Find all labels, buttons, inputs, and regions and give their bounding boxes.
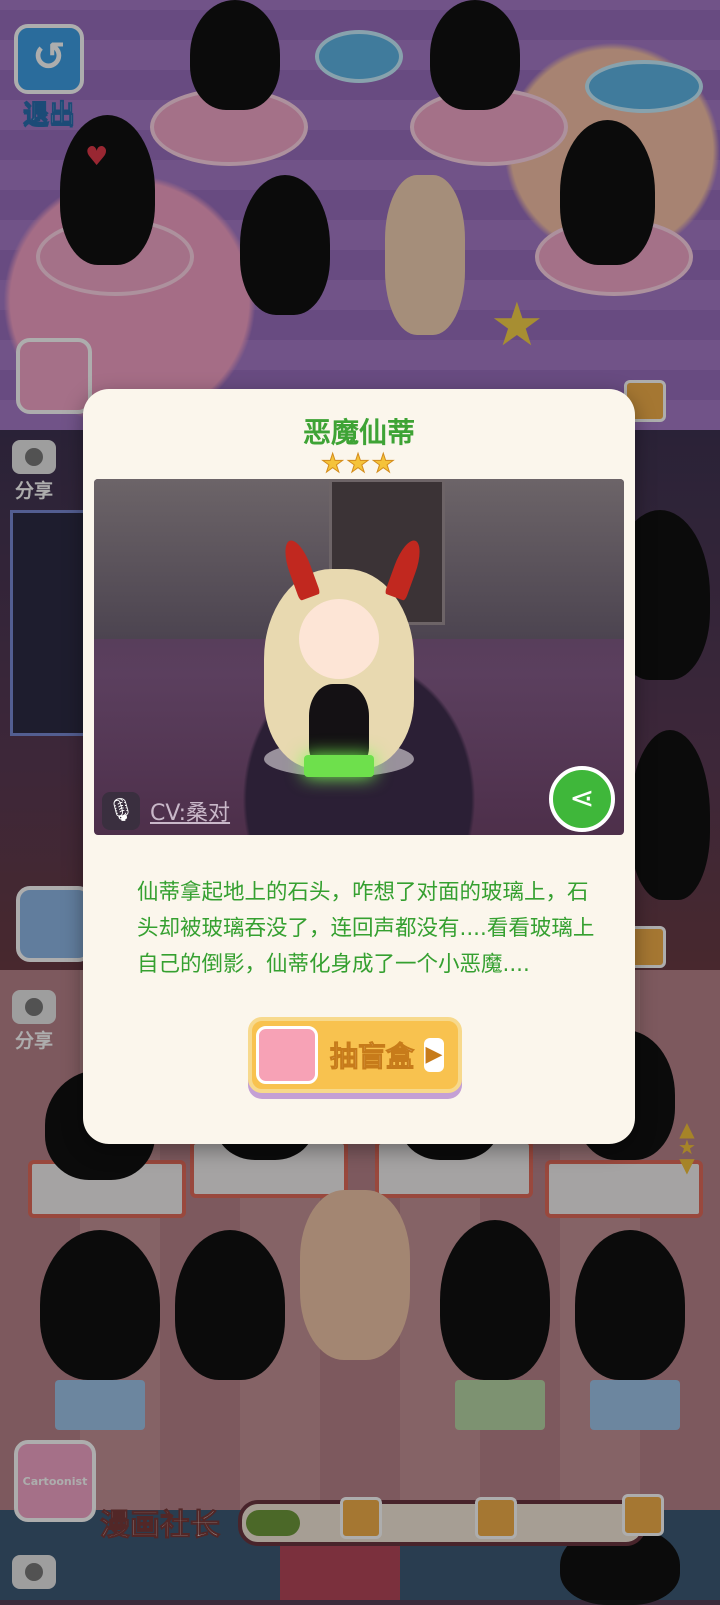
microphone-icon: 🎙 bbox=[102, 792, 140, 830]
play-arrow-icon: ▶ bbox=[424, 1038, 445, 1072]
share-icon[interactable]: ⋖ bbox=[549, 766, 615, 832]
character-face bbox=[299, 599, 379, 679]
gacha-button[interactable]: 抽盲盒 ▶ bbox=[248, 1017, 462, 1093]
cv-label[interactable]: CV:桑对 bbox=[150, 795, 230, 827]
character-body bbox=[309, 684, 369, 764]
gacha-button-label: 抽盲盒 bbox=[329, 1040, 415, 1074]
character-base bbox=[304, 755, 374, 777]
character-description: 仙蒂拿起地上的石头，咋想了对面的玻璃上，石头却被玻璃吞没了，连回声都没有....… bbox=[137, 880, 595, 977]
gacha-machine-icon bbox=[256, 1026, 318, 1084]
character-detail-dialog: 恶魔仙蒂 ★★★ 🎙 CV:桑对 ⋖ 仙蒂拿起地上的石头，咋想了对面的玻璃上，石… bbox=[83, 389, 635, 1144]
voice-actor[interactable]: 🎙 CV:桑对 bbox=[102, 791, 230, 831]
character-name: 恶魔仙蒂 bbox=[302, 416, 415, 449]
rarity-stars: ★★★ bbox=[321, 449, 397, 480]
character-showcase-image: 🎙 CV:桑对 ⋖ bbox=[94, 479, 624, 835]
